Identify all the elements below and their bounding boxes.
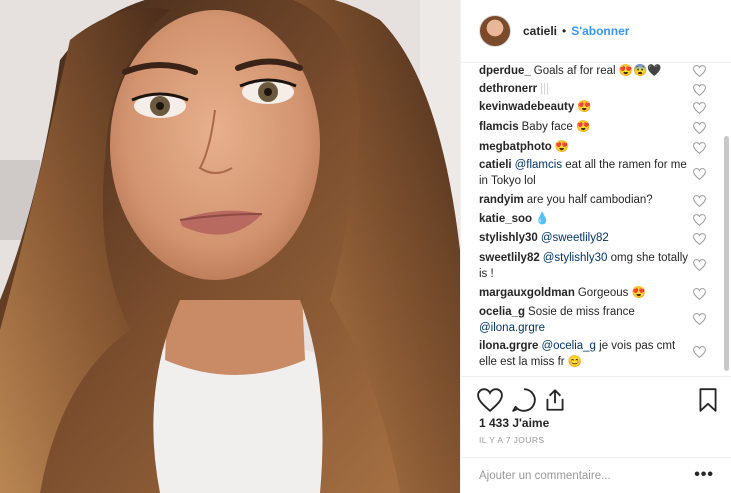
- comment-like-icon[interactable]: [693, 259, 706, 271]
- avatar[interactable]: [479, 15, 511, 47]
- comment-username[interactable]: kevinwadebeauty: [479, 101, 574, 113]
- comment-item: sweetlily82 @stylishly30 omg she totally …: [479, 250, 694, 282]
- comment-item: dperdue_ Goals af for real 😍😨🖤: [479, 63, 694, 79]
- comment-mention[interactable]: @flamcis: [515, 159, 562, 171]
- comment-username[interactable]: dperdue_: [479, 65, 531, 77]
- comment-like-icon[interactable]: [693, 346, 706, 358]
- comment-like-icon[interactable]: [693, 214, 706, 226]
- comment-item: katie_soo 💧: [479, 211, 694, 227]
- comments-scrollbar[interactable]: [724, 66, 729, 374]
- comment-username[interactable]: margauxgoldman: [479, 287, 575, 299]
- comment-like-icon[interactable]: [693, 102, 706, 114]
- comment-username[interactable]: ocelia_g: [479, 306, 525, 318]
- comment-like-icon[interactable]: [693, 195, 706, 207]
- comment-item: dethronerr |||: [479, 81, 694, 97]
- post-header: catieli • S'abonner: [461, 0, 731, 63]
- post-photo[interactable]: [0, 0, 460, 493]
- comment-item: flamcis Baby face 😍: [479, 119, 694, 135]
- more-options-icon[interactable]: •••: [694, 467, 714, 483]
- post-sidebar: catieli • S'abonner dperdue_ Goals af for…: [460, 0, 731, 493]
- comment-text: Sosie de miss france: [528, 306, 635, 318]
- instagram-post: catieli • S'abonner dperdue_ Goals af for…: [0, 0, 731, 493]
- comment-like-icon[interactable]: [693, 233, 706, 245]
- comment-mention[interactable]: @sweetlily82: [541, 232, 609, 244]
- like-icon[interactable]: [477, 387, 503, 413]
- username-link[interactable]: catieli: [523, 24, 557, 38]
- bookmark-icon[interactable]: [695, 387, 721, 413]
- comment-input[interactable]: [479, 470, 679, 482]
- comment-item: megbatphoto 😍: [479, 139, 694, 155]
- comment-like-icon[interactable]: [693, 168, 706, 180]
- comment-text: Gorgeous 😍: [577, 287, 646, 299]
- portrait-image: [0, 0, 460, 493]
- post-actions: 1 433 J'aime Il y a 7 jours •••: [461, 376, 731, 493]
- comment-username[interactable]: katie_soo: [479, 213, 532, 225]
- comment-item: catieli @flamcis eat all the ramen for me…: [479, 157, 694, 189]
- add-comment-bar: •••: [461, 457, 731, 493]
- share-icon[interactable]: [542, 387, 568, 413]
- comment-item: randyim are you half cambodian?: [479, 192, 694, 208]
- comment-username[interactable]: flamcis: [479, 121, 519, 133]
- separator-dot: •: [562, 24, 567, 38]
- comment-username[interactable]: dethronerr: [479, 83, 537, 95]
- likes-count[interactable]: 1 433 J'aime: [479, 416, 549, 430]
- comment-item: ilona.grgre @ocelia_g je vois pas cmt ell…: [479, 338, 694, 370]
- comment-like-icon[interactable]: [693, 288, 706, 300]
- comment-like-icon[interactable]: [693, 142, 706, 154]
- comment-username[interactable]: megbatphoto: [479, 141, 552, 153]
- comment-username[interactable]: stylishly30: [479, 232, 538, 244]
- comment-like-icon[interactable]: [693, 84, 706, 96]
- comment-text: are you half cambodian?: [526, 194, 653, 206]
- comment-like-icon[interactable]: [693, 65, 706, 77]
- follow-button[interactable]: S'abonner: [571, 24, 629, 38]
- comment-item: margauxgoldman Gorgeous 😍: [479, 285, 694, 301]
- comment-username[interactable]: catieli: [479, 159, 512, 171]
- post-timestamp: Il y a 7 jours: [479, 435, 545, 445]
- comment-mention[interactable]: @ilona.grgre: [479, 322, 545, 334]
- comments-list[interactable]: dperdue_ Goals af for real 😍😨🖤 dethronerr…: [461, 63, 731, 376]
- comment-item: kevinwadebeauty 😍: [479, 99, 694, 115]
- comment-mention[interactable]: @ocelia_g: [541, 340, 596, 352]
- comment-text: 😍: [577, 101, 592, 113]
- comment-text: Baby face 😍: [521, 121, 591, 133]
- scrollbar-thumb[interactable]: [724, 136, 729, 371]
- comment-item: ocelia_g Sosie de miss france @ilona.grgr…: [479, 304, 694, 336]
- comment-like-icon[interactable]: [693, 313, 706, 325]
- comment-item: stylishly30 @sweetlily82: [479, 230, 694, 246]
- comment-like-icon[interactable]: [693, 122, 706, 134]
- comment-username[interactable]: randyim: [479, 194, 524, 206]
- comment-icon[interactable]: [511, 387, 537, 413]
- comment-text: 💧: [535, 213, 550, 225]
- comment-text: 😍: [554, 141, 570, 153]
- comment-username[interactable]: ilona.grgre: [479, 340, 538, 352]
- comment-text: Goals af for real 😍😨🖤: [533, 65, 662, 77]
- comment-mention[interactable]: @stylishly30: [543, 252, 608, 264]
- comment-username[interactable]: sweetlily82: [479, 252, 540, 264]
- comment-text: |||: [540, 83, 550, 95]
